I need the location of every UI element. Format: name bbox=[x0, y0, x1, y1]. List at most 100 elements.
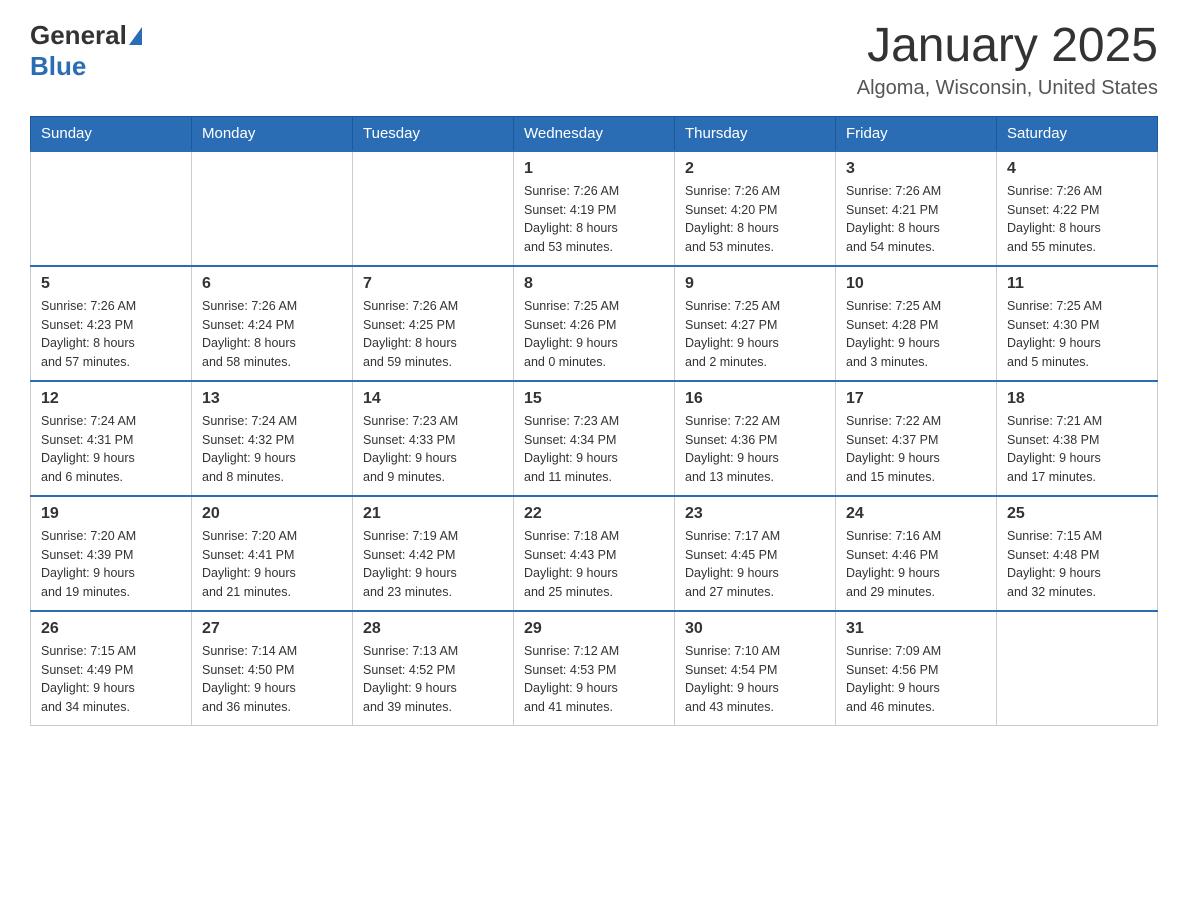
day-info: Sunrise: 7:12 AMSunset: 4:53 PMDaylight:… bbox=[524, 642, 664, 717]
day-info: Sunrise: 7:26 AMSunset: 4:22 PMDaylight:… bbox=[1007, 182, 1147, 257]
header-tuesday: Tuesday bbox=[353, 116, 514, 151]
calendar-cell bbox=[353, 151, 514, 266]
day-info: Sunrise: 7:24 AMSunset: 4:31 PMDaylight:… bbox=[41, 412, 181, 487]
day-number: 26 bbox=[41, 620, 181, 638]
day-number: 22 bbox=[524, 505, 664, 523]
day-number: 10 bbox=[846, 275, 986, 293]
day-number: 19 bbox=[41, 505, 181, 523]
day-info: Sunrise: 7:13 AMSunset: 4:52 PMDaylight:… bbox=[363, 642, 503, 717]
title-area: January 2025 Algoma, Wisconsin, United S… bbox=[857, 20, 1158, 100]
day-number: 4 bbox=[1007, 160, 1147, 178]
day-info: Sunrise: 7:17 AMSunset: 4:45 PMDaylight:… bbox=[685, 527, 825, 602]
day-info: Sunrise: 7:26 AMSunset: 4:24 PMDaylight:… bbox=[202, 297, 342, 372]
calendar-cell: 4 Sunrise: 7:26 AMSunset: 4:22 PMDaylight… bbox=[997, 151, 1158, 266]
calendar-cell: 17 Sunrise: 7:22 AMSunset: 4:37 PMDayligh… bbox=[836, 381, 997, 496]
day-number: 25 bbox=[1007, 505, 1147, 523]
calendar-cell: 20Sunrise: 7:20 AMSunset: 4:41 PMDayligh… bbox=[192, 496, 353, 611]
day-number: 15 bbox=[524, 390, 664, 408]
day-info: Sunrise: 7:25 AMSunset: 4:30 PMDaylight:… bbox=[1007, 297, 1147, 372]
day-number: 1 bbox=[524, 160, 664, 178]
day-info: Sunrise: 7:14 AMSunset: 4:50 PMDaylight:… bbox=[202, 642, 342, 717]
calendar-cell: 30 Sunrise: 7:10 AMSunset: 4:54 PMDayligh… bbox=[675, 611, 836, 726]
calendar-cell: 29 Sunrise: 7:12 AMSunset: 4:53 PMDayligh… bbox=[514, 611, 675, 726]
day-info: Sunrise: 7:15 AMSunset: 4:49 PMDaylight:… bbox=[41, 642, 181, 717]
day-info: Sunrise: 7:16 AMSunset: 4:46 PMDaylight:… bbox=[846, 527, 986, 602]
calendar-cell: 5 Sunrise: 7:26 AMSunset: 4:23 PMDaylight… bbox=[31, 266, 192, 381]
day-info: Sunrise: 7:26 AMSunset: 4:20 PMDaylight:… bbox=[685, 182, 825, 257]
day-number: 31 bbox=[846, 620, 986, 638]
day-number: 6 bbox=[202, 275, 342, 293]
day-info: Sunrise: 7:10 AMSunset: 4:54 PMDaylight:… bbox=[685, 642, 825, 717]
calendar-week-row: 19 Sunrise: 7:20 AMSunset: 4:39 PMDayligh… bbox=[31, 496, 1158, 611]
day-info: Sunrise: 7:23 AMSunset: 4:33 PMDaylight:… bbox=[363, 412, 503, 487]
day-number: 8 bbox=[524, 275, 664, 293]
header-monday: Monday bbox=[192, 116, 353, 151]
day-info: Sunrise: 7:21 AMSunset: 4:38 PMDaylight:… bbox=[1007, 412, 1147, 487]
header-sunday: Sunday bbox=[31, 116, 192, 151]
day-info: Sunrise: 7:18 AMSunset: 4:43 PMDaylight:… bbox=[524, 527, 664, 602]
day-info: Sunrise: 7:20 AMSunset: 4:39 PMDaylight:… bbox=[41, 527, 181, 602]
day-number: 30 bbox=[685, 620, 825, 638]
header-saturday: Saturday bbox=[997, 116, 1158, 151]
calendar-cell: 18 Sunrise: 7:21 AMSunset: 4:38 PMDayligh… bbox=[997, 381, 1158, 496]
day-info: Sunrise: 7:26 AMSunset: 4:23 PMDaylight:… bbox=[41, 297, 181, 372]
calendar-week-row: 1 Sunrise: 7:26 AMSunset: 4:19 PMDaylight… bbox=[31, 151, 1158, 266]
day-info: Sunrise: 7:25 AMSunset: 4:28 PMDaylight:… bbox=[846, 297, 986, 372]
day-number: 18 bbox=[1007, 390, 1147, 408]
month-title: January 2025 bbox=[857, 20, 1158, 73]
calendar-cell bbox=[192, 151, 353, 266]
day-info: Sunrise: 7:15 AMSunset: 4:48 PMDaylight:… bbox=[1007, 527, 1147, 602]
calendar-cell: 6 Sunrise: 7:26 AMSunset: 4:24 PMDaylight… bbox=[192, 266, 353, 381]
day-number: 17 bbox=[846, 390, 986, 408]
header-friday: Friday bbox=[836, 116, 997, 151]
logo: General Blue bbox=[30, 20, 142, 82]
day-info: Sunrise: 7:26 AMSunset: 4:19 PMDaylight:… bbox=[524, 182, 664, 257]
calendar-cell: 1 Sunrise: 7:26 AMSunset: 4:19 PMDaylight… bbox=[514, 151, 675, 266]
logo-triangle-icon bbox=[129, 27, 142, 45]
day-info: Sunrise: 7:26 AMSunset: 4:25 PMDaylight:… bbox=[363, 297, 503, 372]
day-number: 2 bbox=[685, 160, 825, 178]
calendar-header-row: Sunday Monday Tuesday Wednesday Thursday… bbox=[31, 116, 1158, 151]
calendar-cell: 26 Sunrise: 7:15 AMSunset: 4:49 PMDayligh… bbox=[31, 611, 192, 726]
calendar-cell: 14 Sunrise: 7:23 AMSunset: 4:33 PMDayligh… bbox=[353, 381, 514, 496]
day-number: 24 bbox=[846, 505, 986, 523]
day-info: Sunrise: 7:09 AMSunset: 4:56 PMDaylight:… bbox=[846, 642, 986, 717]
header-wednesday: Wednesday bbox=[514, 116, 675, 151]
calendar-cell: 9Sunrise: 7:25 AMSunset: 4:27 PMDaylight… bbox=[675, 266, 836, 381]
day-number: 23 bbox=[685, 505, 825, 523]
day-number: 28 bbox=[363, 620, 503, 638]
day-number: 29 bbox=[524, 620, 664, 638]
calendar-cell: 15 Sunrise: 7:23 AMSunset: 4:34 PMDayligh… bbox=[514, 381, 675, 496]
header-thursday: Thursday bbox=[675, 116, 836, 151]
day-number: 27 bbox=[202, 620, 342, 638]
calendar-cell bbox=[31, 151, 192, 266]
calendar-cell: 12 Sunrise: 7:24 AMSunset: 4:31 PMDayligh… bbox=[31, 381, 192, 496]
day-info: Sunrise: 7:25 AMSunset: 4:26 PMDaylight:… bbox=[524, 297, 664, 372]
calendar-cell: 27 Sunrise: 7:14 AMSunset: 4:50 PMDayligh… bbox=[192, 611, 353, 726]
calendar-cell: 2 Sunrise: 7:26 AMSunset: 4:20 PMDaylight… bbox=[675, 151, 836, 266]
day-number: 5 bbox=[41, 275, 181, 293]
calendar-cell: 13Sunrise: 7:24 AMSunset: 4:32 PMDayligh… bbox=[192, 381, 353, 496]
calendar-cell: 16Sunrise: 7:22 AMSunset: 4:36 PMDayligh… bbox=[675, 381, 836, 496]
day-number: 12 bbox=[41, 390, 181, 408]
calendar-cell: 11Sunrise: 7:25 AMSunset: 4:30 PMDayligh… bbox=[997, 266, 1158, 381]
calendar-cell: 21Sunrise: 7:19 AMSunset: 4:42 PMDayligh… bbox=[353, 496, 514, 611]
day-number: 7 bbox=[363, 275, 503, 293]
logo-general-text: General bbox=[30, 20, 127, 51]
day-info: Sunrise: 7:26 AMSunset: 4:21 PMDaylight:… bbox=[846, 182, 986, 257]
calendar-cell: 31 Sunrise: 7:09 AMSunset: 4:56 PMDayligh… bbox=[836, 611, 997, 726]
calendar-cell: 28 Sunrise: 7:13 AMSunset: 4:52 PMDayligh… bbox=[353, 611, 514, 726]
day-info: Sunrise: 7:23 AMSunset: 4:34 PMDaylight:… bbox=[524, 412, 664, 487]
calendar-week-row: 12 Sunrise: 7:24 AMSunset: 4:31 PMDayligh… bbox=[31, 381, 1158, 496]
page-header: General Blue January 2025 Algoma, Wiscon… bbox=[30, 20, 1158, 100]
day-number: 14 bbox=[363, 390, 503, 408]
calendar-week-row: 5 Sunrise: 7:26 AMSunset: 4:23 PMDaylight… bbox=[31, 266, 1158, 381]
day-number: 9 bbox=[685, 275, 825, 293]
calendar-cell: 7 Sunrise: 7:26 AMSunset: 4:25 PMDaylight… bbox=[353, 266, 514, 381]
day-number: 21 bbox=[363, 505, 503, 523]
calendar-cell: 23 Sunrise: 7:17 AMSunset: 4:45 PMDayligh… bbox=[675, 496, 836, 611]
calendar-cell: 22 Sunrise: 7:18 AMSunset: 4:43 PMDayligh… bbox=[514, 496, 675, 611]
calendar-week-row: 26 Sunrise: 7:15 AMSunset: 4:49 PMDayligh… bbox=[31, 611, 1158, 726]
day-info: Sunrise: 7:22 AMSunset: 4:37 PMDaylight:… bbox=[846, 412, 986, 487]
location-subtitle: Algoma, Wisconsin, United States bbox=[857, 77, 1158, 100]
